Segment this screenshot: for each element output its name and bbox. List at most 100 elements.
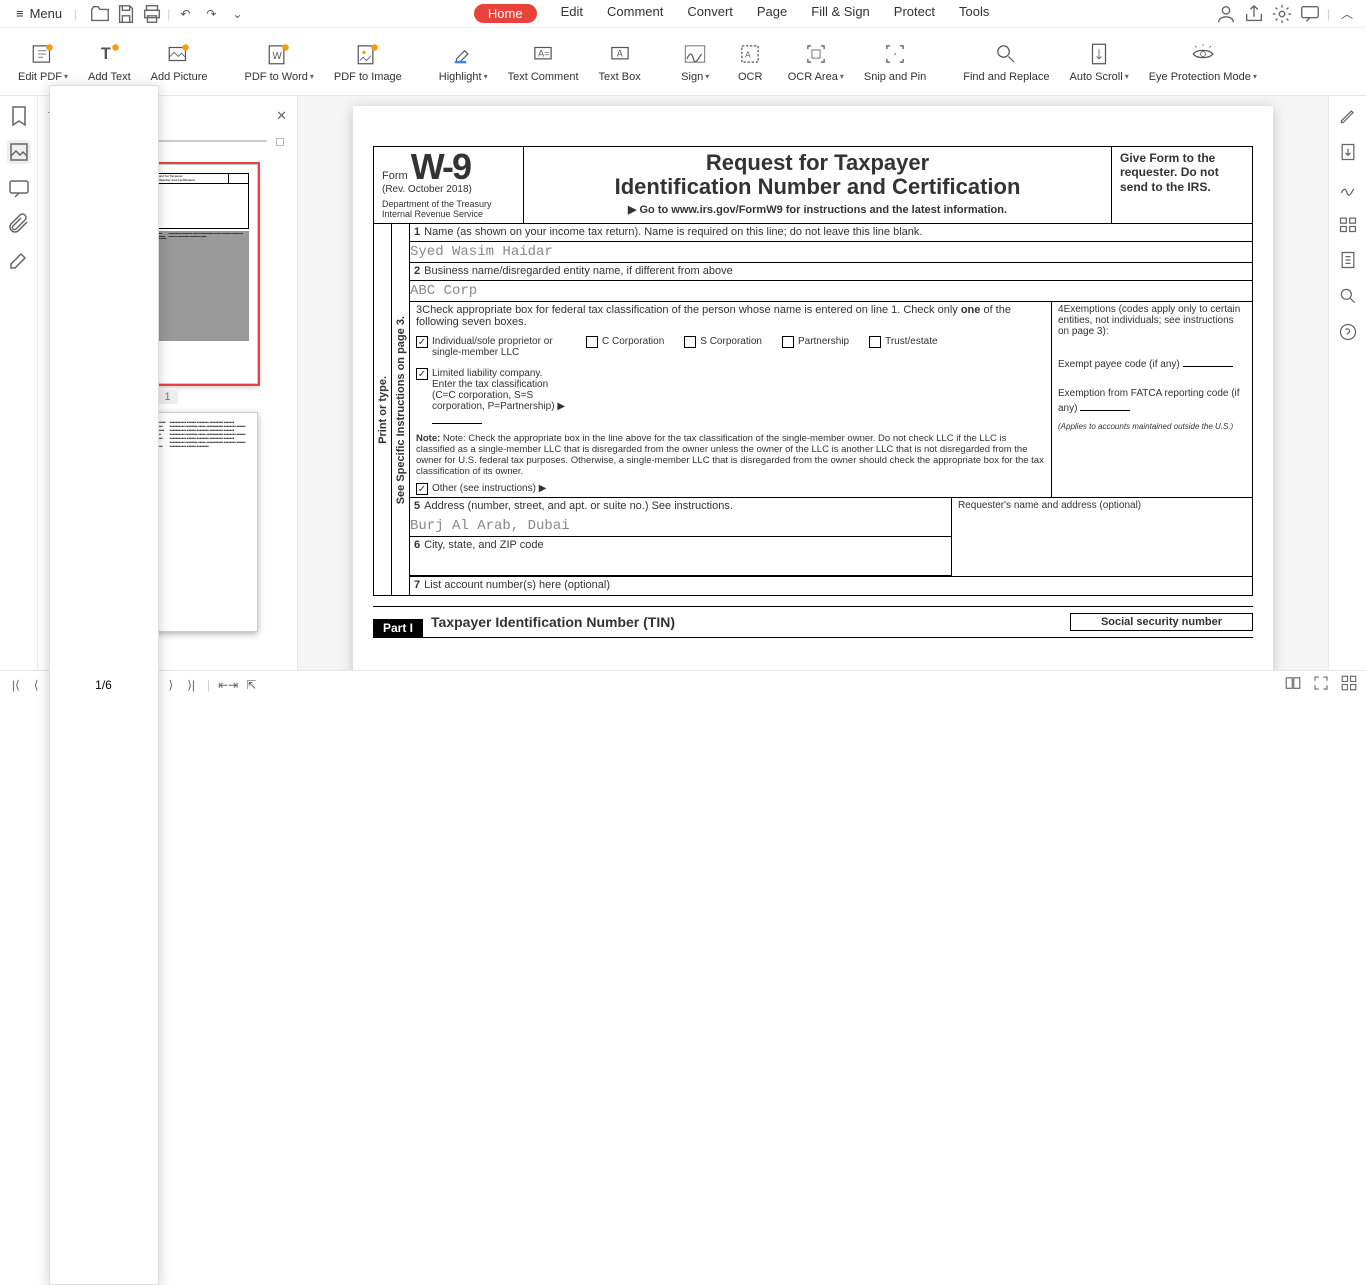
text-comment-label: Text Comment [508,71,579,83]
eye-protection-label: Eye Protection Mode [1149,71,1257,83]
signature-tool-icon[interactable] [1338,178,1358,198]
find-replace-label: Find and Replace [963,71,1049,83]
check-ccorp[interactable] [586,336,598,348]
share-icon[interactable] [1243,3,1265,25]
pdf-to-image-button[interactable]: PDF to Image [324,28,412,95]
check-ccorp-label: C Corporation [602,336,664,347]
first-page-icon[interactable]: |⟨ [8,676,24,694]
check-partnership-label: Partnership [798,336,849,347]
document-viewport[interactable]: Form W-9 (Rev. October 2018) Department … [298,96,1328,670]
auto-scroll-button[interactable]: Auto Scroll [1059,28,1138,95]
tab-fillsign[interactable]: Fill & Sign [811,4,870,23]
line7-label: List account number(s) here (optional) [424,579,610,591]
page-input[interactable] [49,85,159,1285]
save-icon[interactable] [115,3,137,25]
quick-icons: | ↶ ↷ ⌄ [89,3,248,25]
tab-protect[interactable]: Protect [894,4,935,23]
quick-dropdown-icon[interactable]: ⌄ [226,3,248,25]
tab-edit[interactable]: Edit [561,4,583,23]
header-line1: Request for Taxpayer [706,150,929,175]
prev-page-icon[interactable]: ⟨ [30,676,43,694]
line1-label: Name (as shown on your income tax return… [424,226,922,238]
svg-text:A=: A= [538,48,549,58]
close-panel-icon[interactable]: ✕ [276,108,287,124]
menu-button[interactable]: ≡ Menu [8,4,70,23]
eye-protection-button[interactable]: Eye Protection Mode [1139,28,1267,95]
find-replace-button[interactable]: Find and Replace [953,28,1059,95]
check-scorp[interactable] [684,336,696,348]
check-trust[interactable] [869,336,881,348]
auto-scroll-icon [1085,41,1113,67]
last-page-icon[interactable]: ⟩| [183,676,199,694]
tab-tools[interactable]: Tools [959,4,989,23]
check-other[interactable]: ✓ [416,483,428,495]
edit-pdf-label: Edit PDF [18,71,68,83]
text-comment-button[interactable]: A= Text Comment [498,28,589,95]
exempt-payee-input[interactable] [1183,355,1233,367]
top-toolbar: ≡ Menu | | ↶ ↷ ⌄ Home Edit Comment Conve… [0,0,1366,28]
eye-protection-icon [1189,41,1217,67]
snip-button[interactable]: Snip and Pin [854,28,936,95]
edit-tool-icon[interactable] [1338,106,1358,126]
sign-button[interactable]: Sign [668,28,723,95]
pdf-to-image-label: PDF to Image [334,71,402,83]
check-individual[interactable]: ✓ [416,336,428,348]
llc-class-input[interactable] [432,412,482,424]
tab-comment[interactable]: Comment [607,4,663,23]
applies-note: (Applies to accounts maintained outside … [1058,422,1246,431]
open-icon[interactable] [89,3,111,25]
next-page-icon[interactable]: ⟩ [165,676,178,694]
ribbon: Edit PDF T Add Text Add Picture W PDF to… [0,28,1366,96]
llc-note: Note: Check the appropriate box in the l… [416,433,1044,477]
highlight-button[interactable]: Highlight [429,28,498,95]
compress-tool-icon[interactable] [1338,250,1358,270]
fit-width-icon[interactable]: ⇤⇥ [218,678,238,692]
check-llc[interactable]: ✓ [416,368,428,380]
ocr-area-button[interactable]: OCR Area [778,28,854,95]
line5-label: Address (number, street, and apt. or sui… [424,500,733,512]
line3-label-b: one [961,304,981,316]
redo-icon[interactable]: ↷ [200,3,222,25]
line6-value[interactable] [410,555,951,576]
fullscreen-icon[interactable] [1312,674,1330,695]
line3-label-a: Check appropriate box for federal tax cl… [422,304,961,316]
auto-scroll-label: Auto Scroll [1069,71,1128,83]
reading-mode-icon[interactable] [1284,674,1302,695]
tab-convert[interactable]: Convert [687,4,733,23]
fit-page-icon[interactable]: ⇱ [246,678,256,692]
svg-text:W: W [273,50,283,61]
thumb-large-icon[interactable]: ◻ [275,134,285,148]
menu-label: Menu [30,6,63,21]
snip-icon [881,41,909,67]
grid-view-icon[interactable] [1340,674,1358,695]
check-partnership[interactable] [782,336,794,348]
thumb-page-number: 1 [158,390,178,404]
feedback-icon[interactable] [1299,3,1321,25]
tab-page[interactable]: Page [757,4,787,23]
line2-value[interactable]: ABC Corp [410,281,1252,302]
user-icon[interactable] [1215,3,1237,25]
line6-label: City, state, and ZIP code [424,539,543,551]
help-tool-icon[interactable] [1338,322,1358,342]
text-box-button[interactable]: A Text Box [589,28,651,95]
line2-label: Business name/disregarded entity name, i… [424,265,733,277]
settings-icon[interactable] [1271,3,1293,25]
sign-label: Sign [681,71,709,83]
text-comment-icon: A= [529,41,557,67]
export-tool-icon[interactable] [1338,142,1358,162]
find-replace-icon [992,41,1020,67]
line5-value[interactable]: Burj Al Arab, Dubai [410,516,951,537]
ocr-button[interactable]: A OCR [723,28,778,95]
pdf-to-word-icon: W [265,41,293,67]
sign-icon [681,41,709,67]
fatca-input[interactable] [1080,399,1130,411]
undo-icon[interactable]: ↶ [174,3,196,25]
collapse-ribbon-icon[interactable]: ︿ [1336,3,1358,25]
line1-value[interactable]: Syed Wasim Haidar [410,242,1252,263]
tab-home[interactable]: Home [474,4,537,23]
print-icon[interactable] [141,3,163,25]
search-tool-icon[interactable] [1338,286,1358,306]
form-tool-icon[interactable] [1338,214,1358,234]
give-form-text: Give Form to the requester. Do not send … [1112,147,1252,223]
pdf-to-word-button[interactable]: W PDF to Word [235,28,324,95]
